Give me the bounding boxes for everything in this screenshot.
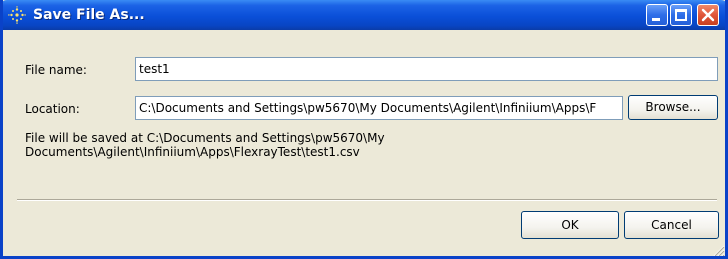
close-icon xyxy=(701,8,715,22)
browse-button[interactable]: Browse... xyxy=(628,95,718,120)
maximize-button[interactable] xyxy=(670,4,692,26)
separator xyxy=(17,199,717,201)
location-input[interactable]: C:\Documents and Settings\pw5670\My Docu… xyxy=(135,96,623,120)
file-name-input[interactable]: test1 xyxy=(135,57,718,81)
location-label: Location: xyxy=(25,102,80,116)
minimize-button[interactable] xyxy=(646,4,668,26)
app-logo-icon xyxy=(8,6,26,24)
ok-button[interactable]: OK xyxy=(521,211,619,239)
close-button[interactable] xyxy=(697,4,719,26)
resize-grip-icon[interactable] xyxy=(711,242,725,256)
minimize-icon xyxy=(652,18,660,21)
window-title: Save File As... xyxy=(33,7,145,23)
cancel-button[interactable]: Cancel xyxy=(624,211,719,239)
save-path-line-1: File will be saved at C:\Documents and S… xyxy=(25,131,385,145)
save-file-dialog: Save File As... File name: test1 Locatio… xyxy=(0,0,728,259)
save-path-line-2: Documents\Agilent\Infiniium\Apps\Flexray… xyxy=(25,145,360,159)
maximize-icon xyxy=(675,9,687,21)
title-bar[interactable]: Save File As... xyxy=(3,0,725,30)
file-name-label: File name: xyxy=(25,63,87,77)
save-path-info: File will be saved at C:\Documents and S… xyxy=(25,131,545,159)
